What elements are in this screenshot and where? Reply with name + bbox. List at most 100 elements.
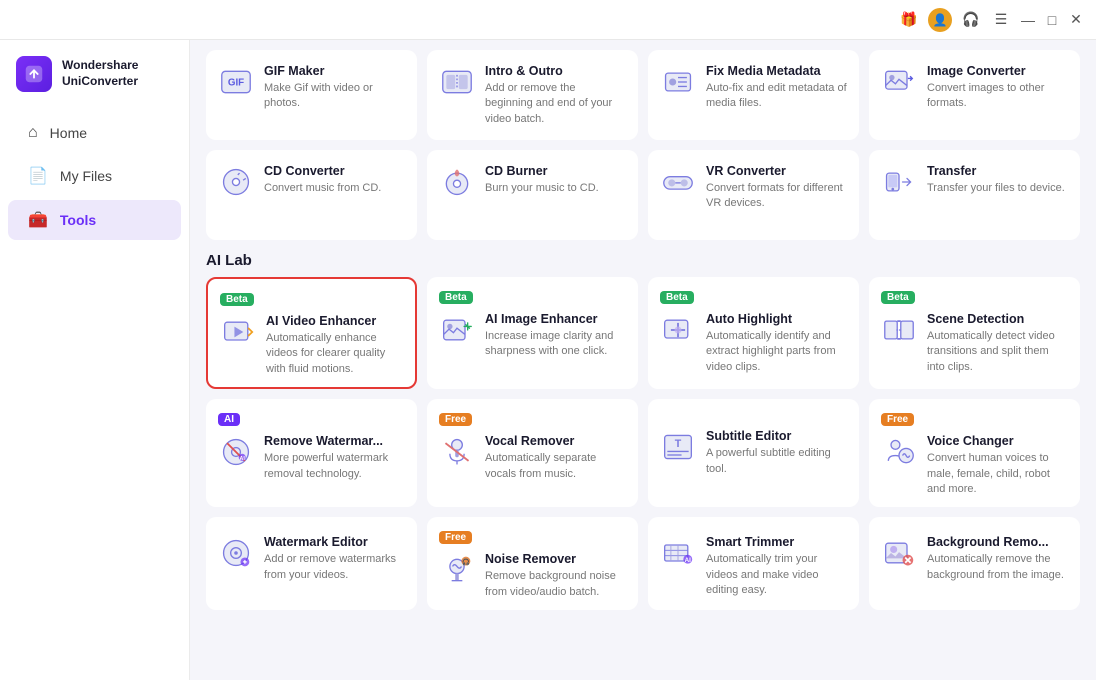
- user-avatar-icon[interactable]: 👤: [928, 8, 952, 32]
- titlebar-action-icons: 🎁 👤 🎧 ☰ — □ ✕: [898, 8, 1084, 32]
- noise-remover-desc: Remove background noise from video/audio…: [485, 569, 626, 600]
- transfer-icon: [881, 164, 917, 200]
- ai-video-enhancer-desc: Automatically enhance videos for clearer…: [266, 331, 403, 377]
- maximize-button[interactable]: □: [1044, 12, 1060, 28]
- sidebar-item-my-files[interactable]: 📄 My Files: [8, 156, 181, 196]
- logo-text: Wondershare UniConverter: [62, 58, 138, 89]
- svg-text:🎧: 🎧: [462, 558, 470, 566]
- transfer-title: Transfer: [927, 164, 1065, 178]
- card-vr-converter[interactable]: VR Converter Convert formats for differe…: [648, 150, 859, 240]
- voice-changer-title: Voice Changer: [927, 434, 1068, 448]
- sidebar: Wondershare UniConverter ⌂ Home 📄 My Fil…: [0, 40, 190, 680]
- card-vocal-remover[interactable]: Free Vocal Remover Automatically: [427, 399, 638, 507]
- cd-tools-grid: CD Converter Convert music from CD.: [206, 150, 1080, 240]
- subtitle-editor-icon: T: [660, 429, 696, 465]
- ai-lab-grid: Beta AI Video Enhancer Automatically enh…: [206, 277, 1080, 389]
- scene-detection-icon: [881, 312, 917, 348]
- image-converter-title: Image Converter: [927, 64, 1068, 78]
- sidebar-item-home-label: Home: [50, 125, 87, 141]
- card-auto-highlight[interactable]: Beta Auto Highlight Automatically identi…: [648, 277, 859, 389]
- auto-highlight-desc: Automatically identify and extract highl…: [706, 329, 847, 375]
- vocal-remover-title: Vocal Remover: [485, 434, 626, 448]
- menu-icon[interactable]: ☰: [990, 9, 1012, 31]
- noise-remover-title: Noise Remover: [485, 552, 626, 566]
- noise-remover-badge: Free: [439, 531, 472, 544]
- intro-outro-icon: [439, 64, 475, 100]
- card-ai-image-enhancer[interactable]: Beta AI Image Enhancer Increase image cl…: [427, 277, 638, 389]
- card-image-converter[interactable]: Image Converter Convert images to other …: [869, 50, 1080, 140]
- scene-detection-desc: Automatically detect video transitions a…: [927, 329, 1068, 375]
- card-fix-media-metadata[interactable]: Fix Media Metadata Auto-fix and edit met…: [648, 50, 859, 140]
- card-smart-trimmer[interactable]: AI Smart Trimmer Automatically trim your…: [648, 517, 859, 610]
- auto-highlight-icon: [660, 312, 696, 348]
- transfer-desc: Transfer your files to device.: [927, 181, 1065, 196]
- card-noise-remover[interactable]: Free 🎧 Noise Remover: [427, 517, 638, 610]
- ai-video-enhancer-badge: Beta: [220, 293, 254, 306]
- fix-media-metadata-title: Fix Media Metadata: [706, 64, 847, 78]
- intro-outro-title: Intro & Outro: [485, 64, 626, 78]
- svg-text:T: T: [675, 438, 682, 450]
- card-subtitle-editor[interactable]: T Subtitle Editor A powerful subtitle ed…: [648, 399, 859, 507]
- ai-tools-grid: AI AI Remove Watermar... More powe: [206, 399, 1080, 507]
- remove-watermark-title: Remove Watermar...: [264, 434, 405, 448]
- card-intro-outro[interactable]: Intro & Outro Add or remove the beginnin…: [427, 50, 638, 140]
- card-watermark-editor[interactable]: Watermark Editor Add or remove watermark…: [206, 517, 417, 610]
- ai-image-enhancer-desc: Increase image clarity and sharpness wit…: [485, 329, 626, 360]
- app-body: Wondershare UniConverter ⌂ Home 📄 My Fil…: [0, 40, 1096, 680]
- scene-detection-badge: Beta: [881, 291, 915, 304]
- image-converter-icon: [881, 64, 917, 100]
- gift-icon[interactable]: 🎁: [898, 9, 920, 31]
- sidebar-item-tools-label: Tools: [60, 212, 96, 228]
- close-button[interactable]: ✕: [1068, 12, 1084, 28]
- gif-maker-title: GIF Maker: [264, 64, 405, 78]
- vocal-remover-desc: Automatically separate vocals from music…: [485, 451, 626, 482]
- cd-burner-desc: Burn your music to CD.: [485, 181, 599, 196]
- remove-watermark-desc: More powerful watermark removal technolo…: [264, 451, 405, 482]
- subtitle-editor-desc: A powerful subtitle editing tool.: [706, 446, 847, 477]
- sidebar-item-tools[interactable]: 🧰 Tools: [8, 200, 181, 240]
- cd-burner-icon: [439, 164, 475, 200]
- ai-video-enhancer-title: AI Video Enhancer: [266, 314, 403, 328]
- ai-lab-label: AI Lab: [206, 252, 1080, 269]
- ai-image-enhancer-title: AI Image Enhancer: [485, 312, 626, 326]
- card-background-remover[interactable]: Background Remo... Automatically remove …: [869, 517, 1080, 610]
- card-cd-burner[interactable]: CD Burner Burn your music to CD.: [427, 150, 638, 240]
- cd-converter-icon: [218, 164, 254, 200]
- cd-burner-title: CD Burner: [485, 164, 599, 178]
- cd-converter-desc: Convert music from CD.: [264, 181, 381, 196]
- logo-area: Wondershare UniConverter: [0, 56, 189, 112]
- ai-video-enhancer-icon: [220, 314, 256, 350]
- vocal-remover-badge: Free: [439, 413, 472, 426]
- vr-converter-icon: [660, 164, 696, 200]
- logo-icon: [16, 56, 52, 92]
- minimize-button[interactable]: —: [1020, 12, 1036, 28]
- headphone-icon[interactable]: 🎧: [960, 9, 982, 31]
- watermark-editor-icon: [218, 535, 254, 571]
- card-remove-watermark[interactable]: AI AI Remove Watermar... More powe: [206, 399, 417, 507]
- sidebar-item-my-files-label: My Files: [60, 168, 112, 184]
- card-transfer[interactable]: Transfer Transfer your files to device.: [869, 150, 1080, 240]
- fix-media-metadata-icon: [660, 64, 696, 100]
- gif-maker-icon: GIF: [218, 64, 254, 100]
- card-gif-maker[interactable]: GIF GIF Maker Make Gif with video or pho…: [206, 50, 417, 140]
- remove-watermark-icon: AI: [218, 434, 254, 470]
- card-voice-changer[interactable]: Free Voice Changer Convert human voices …: [869, 399, 1080, 507]
- card-scene-detection[interactable]: Beta Scene Detection Automaticall: [869, 277, 1080, 389]
- gif-maker-desc: Make Gif with video or photos.: [264, 81, 405, 112]
- cd-converter-title: CD Converter: [264, 164, 381, 178]
- ai-image-enhancer-icon: [439, 312, 475, 348]
- remove-watermark-badge: AI: [218, 413, 240, 426]
- main-content: GIF GIF Maker Make Gif with video or pho…: [190, 40, 1096, 680]
- watermark-editor-desc: Add or remove watermarks from your video…: [264, 552, 405, 583]
- subtitle-editor-title: Subtitle Editor: [706, 429, 847, 443]
- image-converter-desc: Convert images to other formats.: [927, 81, 1068, 112]
- card-ai-video-enhancer[interactable]: Beta AI Video Enhancer Automatically enh…: [206, 277, 417, 389]
- background-remover-title: Background Remo...: [927, 535, 1068, 549]
- vr-converter-title: VR Converter: [706, 164, 847, 178]
- smart-trimmer-icon: AI: [660, 535, 696, 571]
- fix-media-metadata-desc: Auto-fix and edit metadata of media file…: [706, 81, 847, 112]
- card-cd-converter[interactable]: CD Converter Convert music from CD.: [206, 150, 417, 240]
- editor-tools-grid: Watermark Editor Add or remove watermark…: [206, 517, 1080, 610]
- sidebar-item-home[interactable]: ⌂ Home: [8, 114, 181, 152]
- voice-changer-desc: Convert human voices to male, female, ch…: [927, 451, 1068, 497]
